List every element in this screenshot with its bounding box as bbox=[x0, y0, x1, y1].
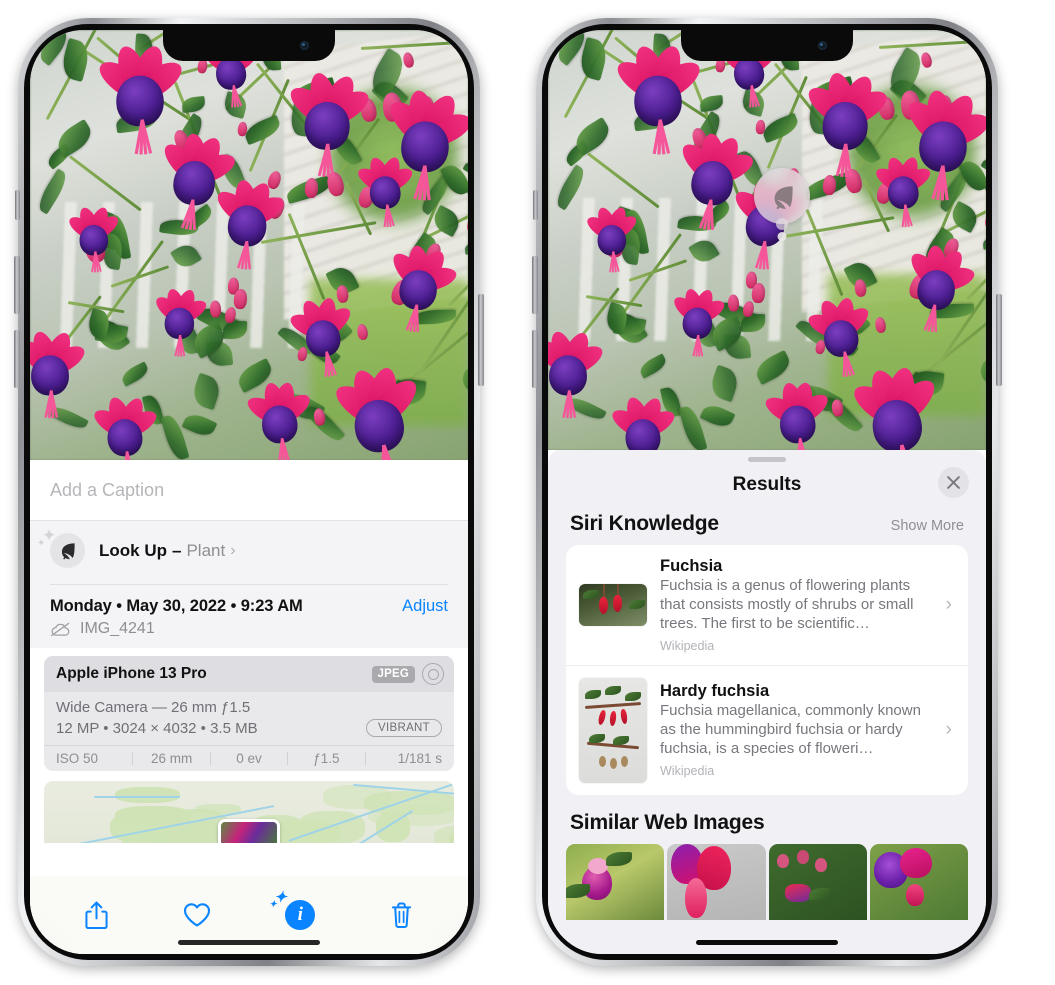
exif-ev: 0 ev bbox=[236, 751, 262, 766]
look-up-label: Look Up bbox=[99, 540, 167, 560]
result-text: Hardy fuchsia Fuchsia magellanica, commo… bbox=[660, 682, 933, 778]
web-image-thumbnail[interactable] bbox=[768, 843, 867, 920]
front-camera-left bbox=[300, 41, 309, 50]
list-item[interactable]: Fuchsia Fuchsia is a genus of flowering … bbox=[566, 545, 968, 665]
siri-knowledge-card: Fuchsia Fuchsia is a genus of flowering … bbox=[566, 545, 968, 795]
mute-switch-left[interactable] bbox=[15, 190, 20, 220]
result-title: Fuchsia bbox=[660, 557, 723, 575]
info-icon[interactable]: ✦ ✦ i bbox=[269, 891, 316, 930]
home-indicator-right[interactable] bbox=[696, 940, 838, 945]
sparkle-icon-small: ✦ bbox=[37, 538, 46, 549]
chevron-right-icon: › bbox=[230, 541, 236, 559]
divider bbox=[50, 584, 448, 585]
chevron-right-icon: › bbox=[945, 593, 952, 615]
look-up-row[interactable]: ✦ ✦ Look Up – Plant › bbox=[30, 521, 468, 582]
filename-row: IMG_4241 bbox=[50, 620, 448, 638]
photo-pin[interactable] bbox=[218, 819, 280, 843]
cloud-slash-icon bbox=[50, 622, 70, 636]
caption-input-row[interactable]: Add a Caption bbox=[30, 460, 468, 520]
date-row: Monday • May 30, 2022 • 9:23 AM Adjust bbox=[50, 597, 448, 616]
leaf-icon bbox=[774, 185, 793, 209]
look-up-subject: Plant bbox=[186, 540, 226, 560]
similar-web-images-strip[interactable] bbox=[548, 843, 986, 920]
result-source: Wikipedia bbox=[660, 638, 715, 653]
share-icon[interactable] bbox=[85, 901, 108, 930]
exif-row: ISO 50 26 mm 0 ev ƒ1.5 1/181 s bbox=[44, 745, 454, 771]
notch-right bbox=[681, 30, 853, 61]
photo-view-right[interactable] bbox=[548, 30, 986, 450]
filename: IMG_4241 bbox=[80, 620, 155, 637]
result-thumbnail bbox=[579, 677, 647, 783]
camera-header-badges: JPEG bbox=[371, 663, 444, 685]
capture-date: Monday • May 30, 2022 • 9:23 AM bbox=[50, 597, 303, 615]
result-title: Hardy fuchsia bbox=[660, 682, 770, 701]
info-badge: ✦ ✦ i bbox=[269, 891, 316, 930]
list-item[interactable]: Hardy fuchsia Fuchsia magellanica, commo… bbox=[566, 664, 968, 795]
leaf-icon: ✦ ✦ bbox=[37, 527, 85, 568]
aperture-icon bbox=[422, 663, 444, 685]
camera-card-body: Wide Camera — 26 mm ƒ1.5 12 MP • 3024 × … bbox=[44, 692, 454, 745]
favorite-heart-icon[interactable] bbox=[183, 902, 211, 928]
screen-right: Results Siri Knowledge Show More Fuchsia… bbox=[548, 30, 986, 954]
exif-shutter: 1/181 s bbox=[397, 751, 443, 766]
exif-focal: 26 mm bbox=[150, 751, 193, 766]
volume-down-button-left[interactable] bbox=[14, 330, 20, 388]
web-image-thumbnail[interactable] bbox=[667, 843, 766, 920]
camera-card-header: Apple iPhone 13 Pro JPEG bbox=[44, 656, 454, 692]
siri-knowledge-header: Siri Knowledge Show More bbox=[548, 508, 986, 545]
screenshot-canvas: Add a Caption ✦ ✦ Look Up – Plant › Mond… bbox=[0, 0, 1055, 985]
lens-line: Wide Camera — 26 mm ƒ1.5 bbox=[56, 699, 251, 716]
results-header: Results bbox=[548, 462, 986, 508]
look-up-label-group: Look Up – Plant › bbox=[99, 541, 236, 561]
exif-aperture: ƒ1.5 bbox=[313, 751, 340, 766]
result-source: Wikipedia bbox=[660, 764, 715, 778]
similar-web-images-header: Similar Web Images bbox=[548, 795, 986, 844]
spec-row: 12 MP • 3024 × 4032 • 3.5 MB VIBRANT bbox=[56, 719, 442, 737]
volume-up-button-left[interactable] bbox=[14, 256, 20, 314]
result-thumbnail bbox=[579, 583, 647, 626]
caption-placeholder: Add a Caption bbox=[50, 479, 165, 500]
show-more-button[interactable]: Show More bbox=[891, 518, 964, 534]
exif-iso: ISO 50 bbox=[56, 751, 99, 766]
photo-view-left[interactable] bbox=[30, 30, 468, 460]
style-badge: VIBRANT bbox=[366, 719, 442, 737]
power-button-right[interactable] bbox=[996, 294, 1002, 386]
volume-up-button-right[interactable] bbox=[532, 256, 538, 314]
adjust-button[interactable]: Adjust bbox=[402, 597, 448, 616]
web-image-thumbnail[interactable] bbox=[869, 843, 968, 920]
mute-switch-right[interactable] bbox=[533, 190, 538, 220]
front-camera-right bbox=[818, 41, 827, 50]
notch-left bbox=[163, 30, 335, 61]
camera-info-card[interactable]: Apple iPhone 13 Pro JPEG Wide Camera — 2… bbox=[44, 656, 454, 771]
visual-lookup-badge[interactable] bbox=[754, 168, 810, 224]
web-image-thumbnail[interactable] bbox=[566, 843, 665, 920]
result-description: Fuchsia magellanica, commonly known as t… bbox=[660, 702, 921, 758]
camera-model: Apple iPhone 13 Pro bbox=[56, 665, 207, 682]
iphone-right-visual-lookup: Results Siri Knowledge Show More Fuchsia… bbox=[532, 18, 1002, 966]
result-description: Fuchsia is a genus of flowering plants t… bbox=[660, 577, 914, 632]
location-map[interactable] bbox=[44, 781, 454, 843]
volume-down-button-right[interactable] bbox=[532, 330, 538, 388]
similar-web-images-title: Similar Web Images bbox=[570, 810, 765, 834]
format-badge: JPEG bbox=[371, 665, 415, 683]
result-text: Fuchsia Fuchsia is a genus of flowering … bbox=[660, 557, 933, 653]
spec-line: 12 MP • 3024 × 4032 • 3.5 MB bbox=[56, 719, 258, 737]
home-indicator-left[interactable] bbox=[178, 940, 320, 945]
results-title: Results bbox=[732, 474, 802, 495]
look-up-dash: – bbox=[172, 540, 182, 560]
results-sheet: Results Siri Knowledge Show More Fuchsia… bbox=[548, 450, 986, 954]
metadata-block: Monday • May 30, 2022 • 9:23 AM Adjust I… bbox=[30, 582, 468, 648]
sparkle-icon-small: ✦ bbox=[269, 899, 277, 909]
siri-knowledge-title: Siri Knowledge bbox=[570, 512, 719, 535]
trash-icon[interactable] bbox=[390, 901, 413, 929]
screen-left: Add a Caption ✦ ✦ Look Up – Plant › Mond… bbox=[30, 30, 468, 954]
power-button-left[interactable] bbox=[478, 294, 484, 386]
iphone-left-photo-info: Add a Caption ✦ ✦ Look Up – Plant › Mond… bbox=[14, 18, 484, 966]
chevron-right-icon: › bbox=[945, 719, 952, 741]
close-icon[interactable] bbox=[938, 467, 969, 498]
